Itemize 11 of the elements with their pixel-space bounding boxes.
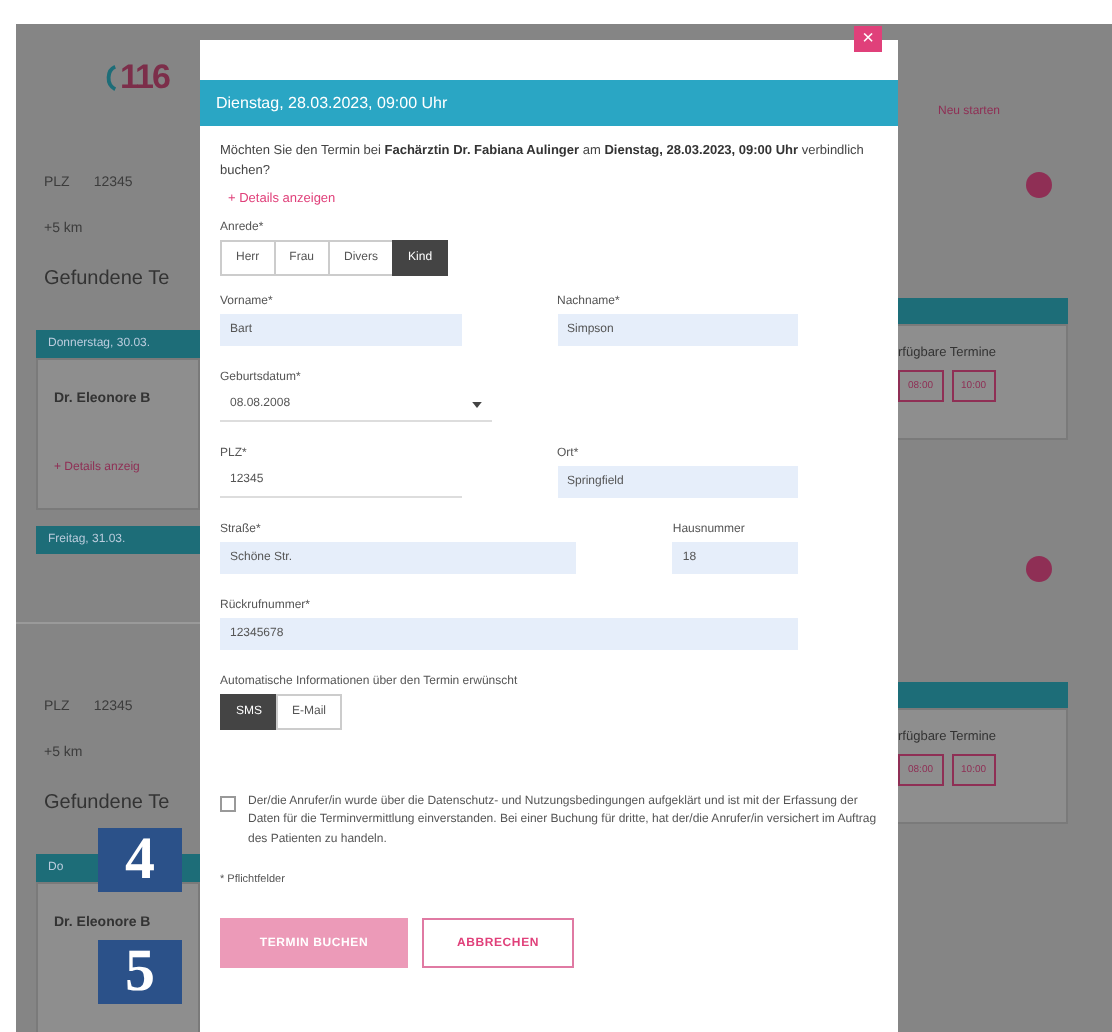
circle-icon[interactable] [1026,172,1052,198]
logo: 116 [104,52,200,104]
circle-icon[interactable] [1026,556,1052,582]
close-button[interactable]: × [854,26,882,52]
caret-icon [472,401,482,407]
callout-number: 4 [98,828,182,892]
results-heading: Gefundene Te [44,268,172,290]
dialog-title: Dienstag, 28.03.2023, 09:00 Uhr [200,80,898,126]
callout-number: 5 [98,940,182,1004]
checkbox[interactable] [220,795,236,811]
results-heading: Gefundene Te [44,792,172,814]
